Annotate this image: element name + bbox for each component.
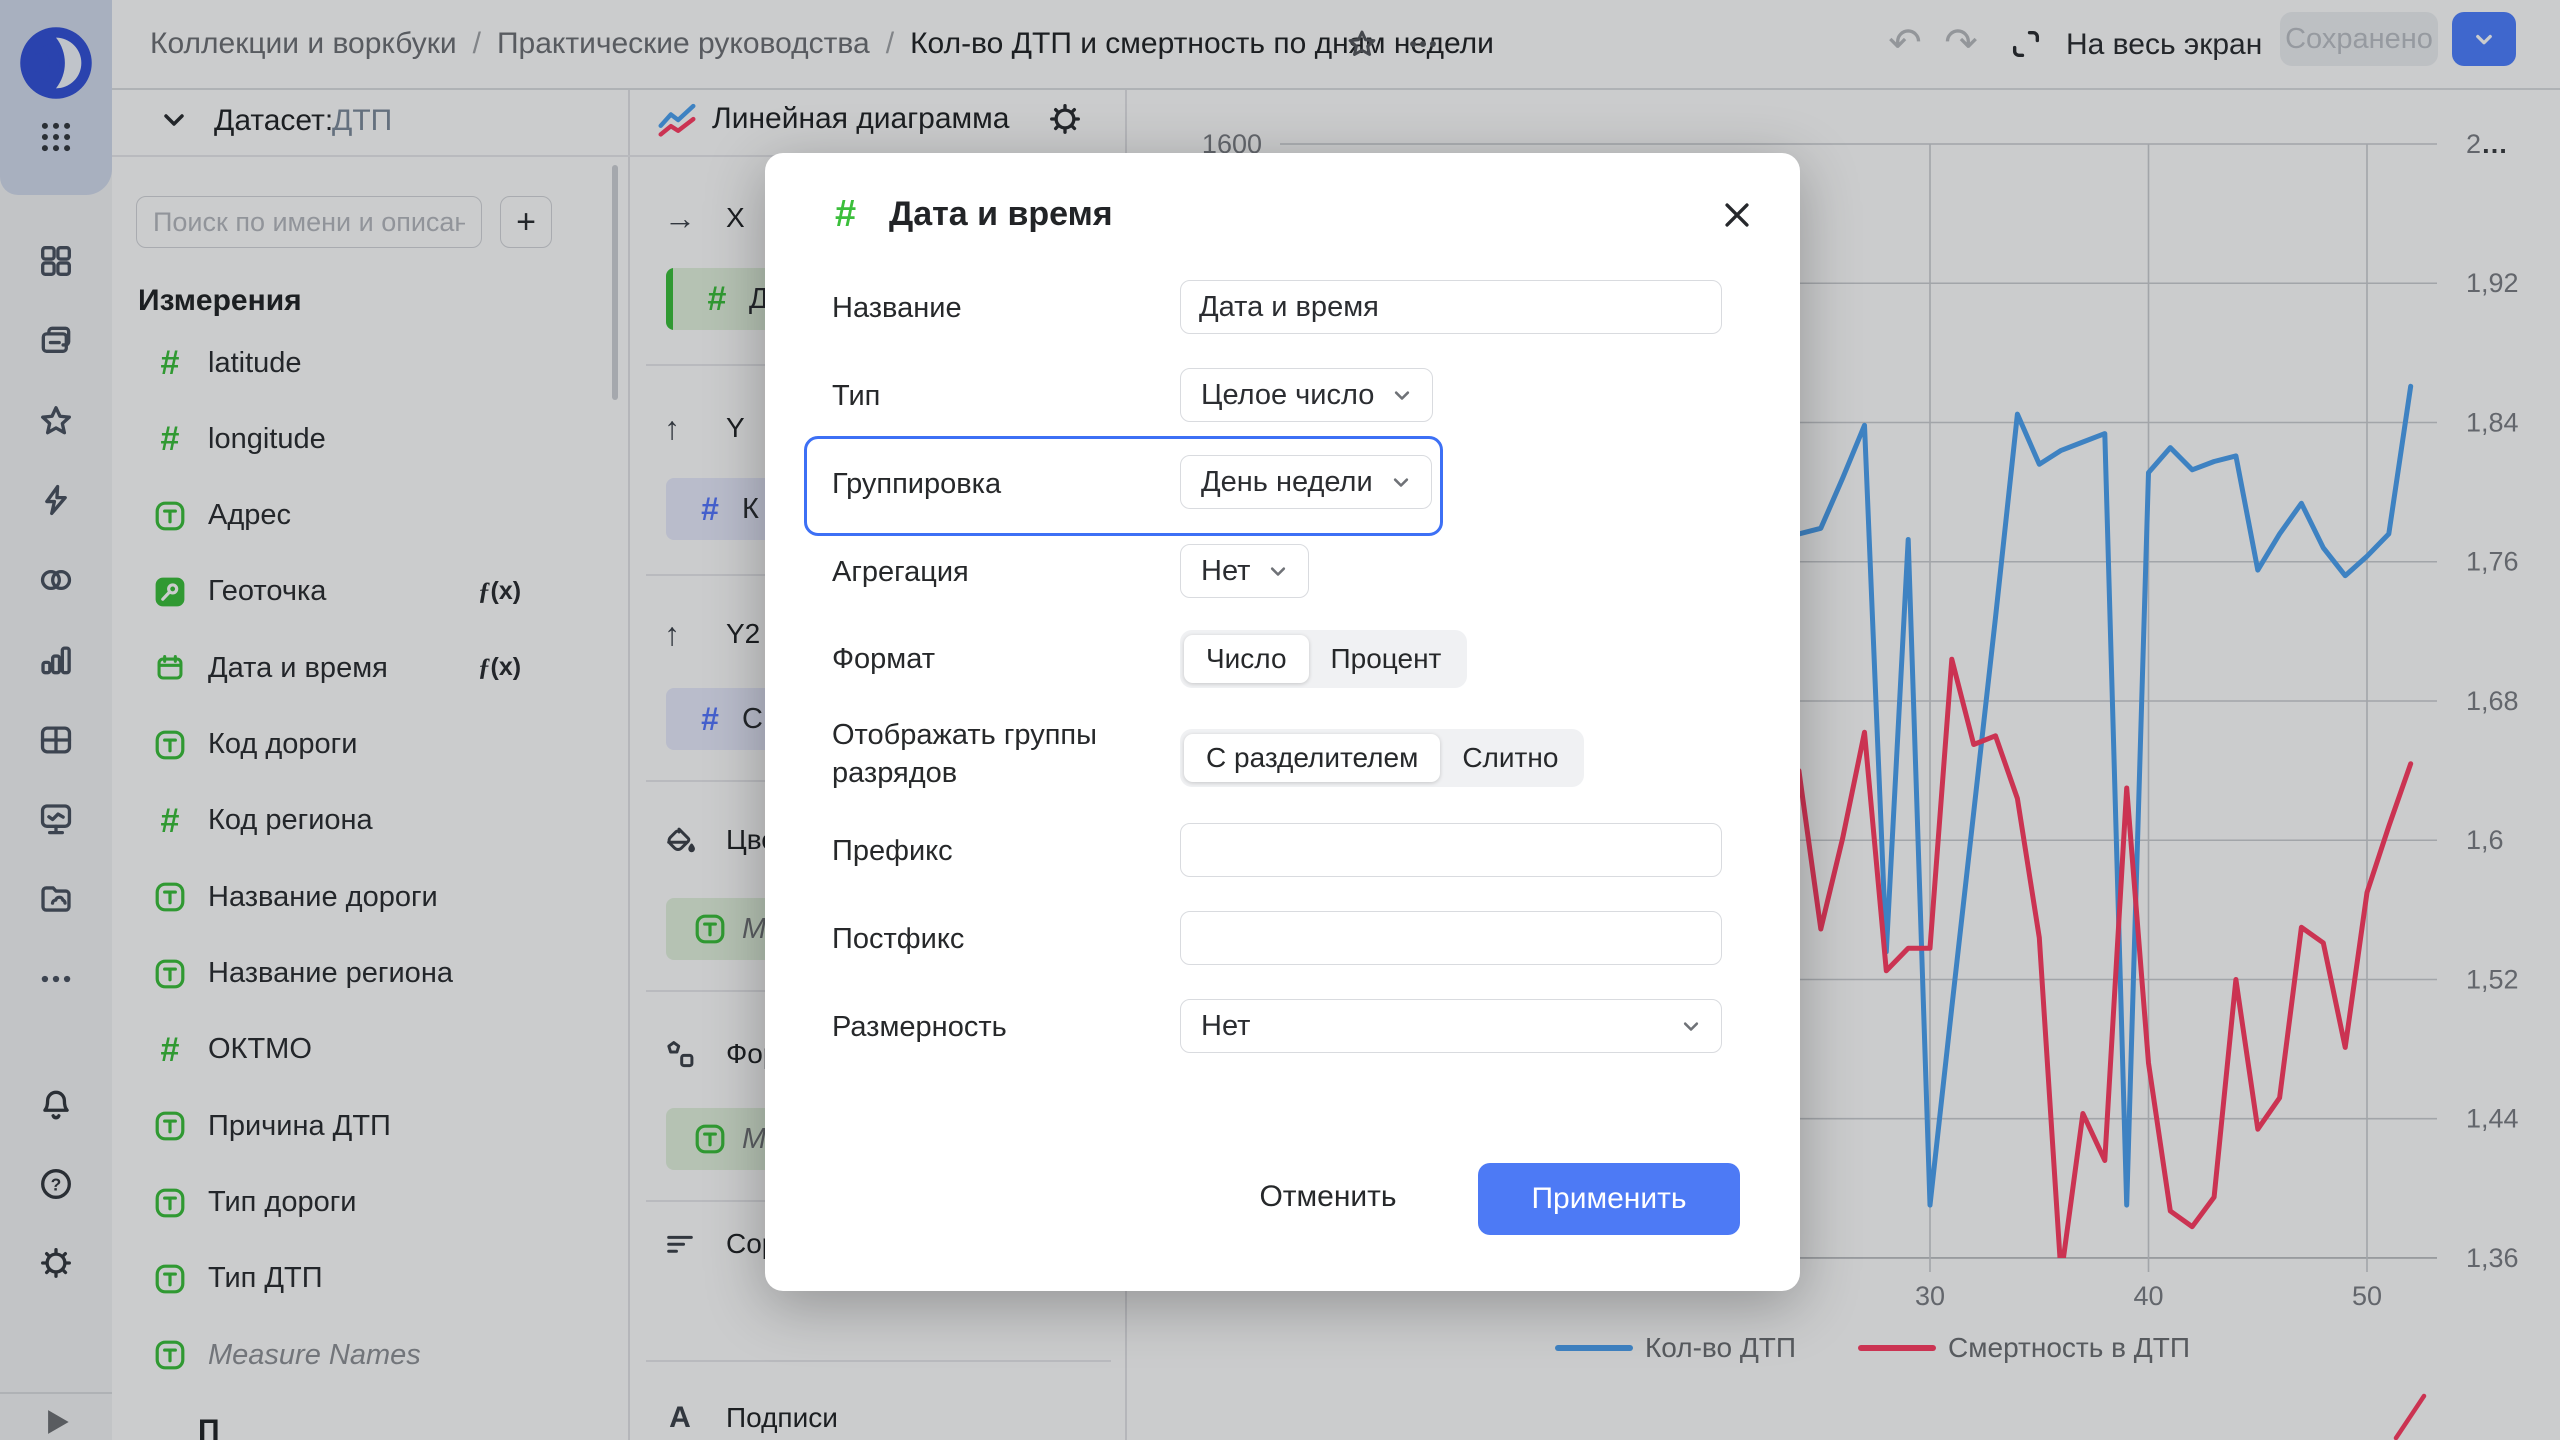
prefix-label: Префикс [832,835,953,868]
apply-button[interactable]: Применить [1478,1163,1740,1235]
grouping-select[interactable]: День недели [1180,455,1432,509]
app-screen: Коллекции и воркбуки/Практические руково… [0,0,2560,1440]
chevron-down-icon [1387,468,1415,496]
chevron-down-icon [1677,1012,1705,1040]
segment-option[interactable]: С разделителем [1184,734,1440,782]
name-input[interactable] [1180,280,1722,334]
segment-option[interactable]: Процент [1309,635,1464,683]
cancel-button[interactable]: Отменить [1253,1169,1403,1225]
name-label: Название [832,292,962,325]
postfix-label: Постфикс [832,923,964,956]
dimension-value: Нет [1201,1010,1250,1043]
grouping-label: Группировка [832,468,1001,501]
digit-groups-segmented-control: С разделителемСлитно [1180,729,1584,787]
type-value: Целое число [1201,379,1374,412]
field-settings-dialog: # Дата и время Название Тип Целое число … [765,153,1800,1291]
aggregation-select[interactable]: Нет [1180,544,1309,598]
format-segmented-control: ЧислоПроцент [1180,630,1467,688]
format-label: Формат [832,643,935,676]
dimension-select[interactable]: Нет [1180,999,1722,1053]
chevron-down-icon [1264,557,1292,585]
grouping-value: День недели [1201,466,1373,499]
segment-option[interactable]: Слитно [1440,734,1580,782]
number-type-icon: # [835,193,856,236]
segment-option[interactable]: Число [1184,635,1309,683]
dimension-label: Размерность [832,1011,1007,1044]
close-icon[interactable] [1715,193,1759,237]
chevron-down-icon [1388,381,1416,409]
type-label: Тип [832,380,880,413]
type-select[interactable]: Целое число [1180,368,1433,422]
aggregation-value: Нет [1201,555,1250,588]
dialog-title: Дата и время [889,195,1113,234]
prefix-input[interactable] [1180,823,1722,877]
aggregation-label: Агрегация [832,556,969,589]
postfix-input[interactable] [1180,911,1722,965]
digit-groups-label: Отображать группы разрядов [832,716,1177,792]
